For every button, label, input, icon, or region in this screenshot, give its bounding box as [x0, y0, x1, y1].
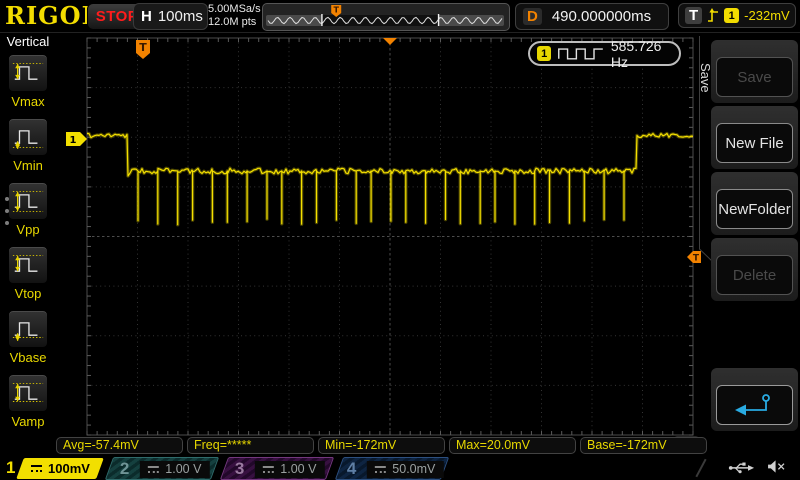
menu-item-vbase[interactable]: Vbase — [8, 310, 48, 365]
vmax-icon — [12, 62, 44, 80]
channel-3-indicator[interactable]: 3 1.00 V — [220, 456, 335, 480]
channel-number: 3 — [235, 458, 246, 477]
sample-rate: 5.00MSa/s — [208, 3, 261, 15]
dc-coupling-icon — [149, 464, 161, 472]
menu-item-label: Vmax — [11, 94, 45, 109]
svg-text:1: 1 — [70, 135, 77, 146]
measure-min: Min=-172mV — [318, 437, 445, 454]
menu-item-vmax[interactable]: Vmax — [8, 54, 48, 109]
counter-value: 585.726 Hz — [610, 37, 662, 70]
return-arrow-icon — [734, 394, 770, 416]
channel-4-indicator[interactable]: 4 50.0mV — [335, 456, 450, 480]
menu-title: Vertical — [6, 34, 50, 49]
channel-number: 4 — [347, 458, 357, 477]
vbase-icon — [12, 321, 44, 341]
channel-scale: 100mV — [48, 460, 90, 476]
menu-item-label: Vamp — [11, 414, 45, 429]
svg-text:T: T — [333, 6, 339, 15]
back-button[interactable] — [716, 385, 793, 425]
memory-depth: 12.0M pts — [208, 16, 257, 28]
oscilloscope-screen: 1 T T RIGOL STOP H 100ms 5.00MSa/s 12.0M p… — [0, 0, 800, 480]
channel-number: 1 — [6, 458, 16, 477]
top-status-bar: RIGOL STOP H 100ms 5.00MSa/s 12.0M pts T… — [0, 0, 800, 33]
waveform-display: 1 T T — [66, 36, 714, 451]
channel-status-bar: 1 100mV 2 1.00 V 3 1.00 V 4 50.0mV — [0, 456, 800, 480]
measure-freq: Freq=***** — [187, 437, 314, 454]
timebase-value: 100ms — [157, 8, 203, 25]
memory-waveform-thumbnail: T — [266, 5, 504, 26]
rising-edge-icon — [708, 8, 719, 22]
trigger-source-badge: 1 — [724, 8, 740, 23]
vpp-icon — [12, 190, 44, 212]
menu-item-vpp[interactable]: Vpp — [8, 182, 48, 237]
usb-icon — [728, 462, 755, 473]
save-button[interactable]: Save — [716, 57, 793, 97]
channel-scale: 1.00 V — [281, 461, 318, 475]
menu-item-label: Vpp — [16, 222, 40, 237]
vamp-icon — [12, 382, 44, 402]
trigger-level-value: -232mV — [744, 8, 790, 23]
delete-button[interactable]: Delete — [716, 255, 793, 295]
menu-item-label: Vmin — [13, 158, 43, 173]
channel-number: 2 — [120, 458, 131, 477]
measure-max: Max=20.0mV — [449, 437, 576, 454]
channel-1-indicator[interactable]: 1 100mV — [0, 457, 105, 479]
delay-label: D — [523, 8, 542, 25]
memory-position-bar: T — [262, 3, 510, 31]
square-wave-icon — [558, 48, 604, 60]
dc-coupling-icon — [375, 464, 387, 472]
measurement-results-bar: Avg=-57.4mV Freq=***** Min=-172mV Max=20… — [56, 437, 707, 454]
speaker-muted-icon — [768, 460, 785, 473]
menu-item-label: Vtop — [14, 286, 42, 301]
svg-text:T: T — [139, 41, 147, 54]
delay-value: 490.000000ms — [551, 8, 652, 25]
channel-2-indicator[interactable]: 2 1.00 V — [105, 456, 220, 480]
svg-text:T: T — [693, 254, 700, 264]
delay-readout: D 490.000000ms — [515, 3, 669, 30]
trigger-readout: T 1 -232mV — [678, 3, 796, 28]
channel-scale: 50.0mV — [392, 461, 436, 475]
trigger-label: T — [685, 7, 703, 24]
dc-coupling-icon — [31, 464, 42, 472]
new-folder-button[interactable]: NewFolder — [716, 189, 793, 229]
dc-coupling-icon — [264, 464, 276, 472]
menu-scroll-indicator — [5, 197, 9, 225]
vmin-icon — [12, 129, 44, 149]
delay-position-marker — [383, 38, 397, 45]
menu-item-vtop[interactable]: Vtop — [8, 246, 48, 301]
rigol-logo: RIGOL — [5, 1, 100, 30]
counter-source-badge: 1 — [537, 46, 552, 61]
measure-base: Base=-172mV — [580, 437, 707, 454]
channel-scale: 1.00 V — [166, 461, 203, 475]
horizontal-label: H — [141, 8, 152, 25]
acquisition-readout: 5.00MSa/s 12.0M pts — [208, 3, 261, 29]
vtop-icon — [12, 254, 44, 272]
system-status-icons — [727, 459, 786, 474]
vertical-measure-menu: Vertical Vmax Vmin Vpp Vtop Vbase Vamp — [0, 34, 56, 438]
save-menu: Save New File NewFolder Delete — [711, 40, 798, 434]
timebase-readout: H 100ms — [133, 3, 208, 30]
menu-item-label: Vbase — [9, 350, 47, 365]
menu-item-vamp[interactable]: Vamp — [8, 374, 48, 429]
menu-item-vmin[interactable]: Vmin — [8, 118, 48, 173]
measure-avg: Avg=-57.4mV — [56, 437, 183, 454]
new-file-button[interactable]: New File — [716, 123, 793, 163]
frequency-counter: 1 585.726 Hz — [528, 38, 681, 70]
